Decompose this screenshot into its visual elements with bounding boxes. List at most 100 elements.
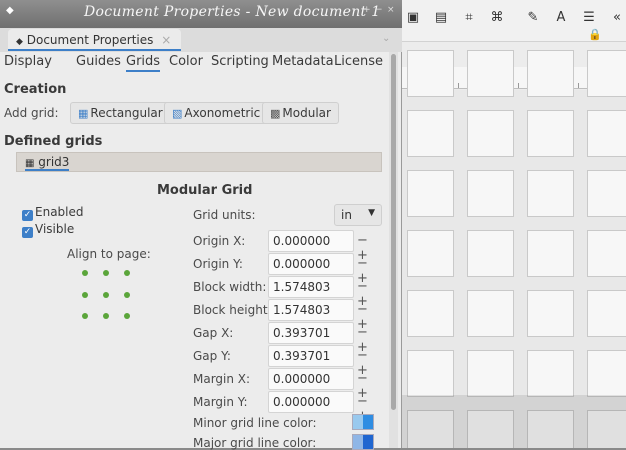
gap-x-stepper[interactable]: −+ [357, 325, 381, 355]
grid-units-select[interactable]: in ▼ [334, 204, 382, 226]
snap-bbox-icon[interactable]: ⌗ [460, 9, 478, 27]
grid-block [527, 50, 574, 97]
tab-color[interactable]: Color [169, 54, 203, 69]
grid-block [467, 290, 514, 337]
block-width-stepper[interactable]: −+ [357, 279, 381, 309]
tab-license[interactable]: License [334, 54, 383, 69]
grid-block [467, 350, 514, 397]
origin-x-field[interactable]: 0.000000 [268, 230, 354, 252]
button-label: Rectangular [90, 106, 163, 120]
canvas-area[interactable]: ▣ ▤ ⌗ ⌘ ✎ A ☰ « 🔒 100 150 200 250 [402, 0, 626, 448]
grid-block [527, 350, 574, 397]
ruler-minor-tick [518, 83, 519, 88]
gap-y-field[interactable]: 0.393701 [268, 345, 354, 367]
grid-item[interactable]: ▦ grid3 [25, 155, 70, 171]
minor-grid-color-button[interactable] [352, 414, 374, 430]
block-height-stepper[interactable]: −+ [357, 302, 381, 332]
margin-x-stepper[interactable]: −+ [357, 371, 381, 401]
margin-y-label: Margin Y: [193, 395, 248, 409]
add-axonometric-grid-button[interactable]: ▧ Axonometric [164, 102, 269, 124]
add-rectangular-grid-button[interactable]: ▦ Rectangular [70, 102, 171, 124]
grid-block [587, 290, 626, 337]
rectangular-grid-icon: ▦ [78, 107, 89, 120]
minor-grid-color-label: Minor grid line color: [193, 416, 317, 430]
align-to-page-label: Align to page: [67, 247, 151, 261]
align-top-right[interactable] [124, 270, 130, 276]
margin-x-label: Margin X: [193, 372, 251, 386]
tab-guides[interactable]: Guides [76, 54, 121, 69]
grid-units-value: in [341, 208, 352, 222]
origin-y-field[interactable]: 0.000000 [268, 253, 354, 275]
axonometric-grid-icon: ▧ [172, 107, 183, 120]
add-modular-grid-button[interactable]: ▩ Modular [262, 102, 339, 124]
origin-x-stepper[interactable]: −+ [357, 233, 381, 263]
gap-y-label: Gap Y: [193, 349, 231, 363]
tab-display[interactable]: Display [4, 54, 52, 69]
margin-x-field[interactable]: 0.000000 [268, 368, 354, 390]
margin-y-stepper[interactable]: −+ [357, 394, 381, 424]
layers-icon[interactable]: ☰ [580, 9, 598, 27]
grid-block [527, 230, 574, 277]
origin-y-label: Origin Y: [193, 257, 243, 271]
defined-grids-list: ▦ grid3 [16, 152, 382, 172]
grid-block [467, 170, 514, 217]
origin-y-stepper[interactable]: −+ [357, 256, 381, 286]
visible-checkbox[interactable]: ✓ Visible [22, 222, 74, 238]
lock-icon[interactable]: 🔒 [586, 26, 604, 44]
grid-block [527, 170, 574, 217]
minimize-icon[interactable]: − [375, 5, 383, 15]
enabled-checkbox[interactable]: ✓ Enabled [22, 205, 84, 221]
grid-block [587, 170, 626, 217]
panel-close-icon[interactable]: × [161, 33, 171, 47]
grid-block [407, 50, 454, 97]
align-middle-left[interactable] [82, 292, 88, 298]
tab-grids[interactable]: Grids [126, 54, 161, 72]
grid-block [407, 350, 454, 397]
grid-block [467, 230, 514, 277]
align-top-center[interactable] [103, 270, 109, 276]
grid-block [407, 290, 454, 337]
gap-x-label: Gap X: [193, 326, 234, 340]
button-label: Axonometric [184, 106, 261, 120]
grid-item-label: grid3 [38, 155, 70, 169]
window-titlebar[interactable]: ◆ Document Properties - New document 1 +… [0, 0, 402, 28]
grid-block [467, 110, 514, 157]
align-bottom-right[interactable] [124, 313, 130, 319]
close-icon[interactable]: × [387, 5, 395, 15]
align-bottom-left[interactable] [82, 313, 88, 319]
checkmark-icon: ✓ [22, 210, 33, 221]
modular-grid-icon: ▩ [270, 107, 281, 120]
panel-scrollbar[interactable] [389, 52, 398, 448]
grid-block [527, 290, 574, 337]
text-icon[interactable]: A [552, 9, 570, 27]
tab-metadata[interactable]: Metadata [272, 54, 334, 69]
align-bottom-center[interactable] [103, 313, 109, 319]
ruler-minor-tick [578, 83, 579, 88]
xml-editor-icon[interactable]: ✎ [524, 9, 542, 27]
align-center[interactable] [103, 292, 109, 298]
button-label: Modular [282, 106, 331, 120]
gap-y-stepper[interactable]: −+ [357, 348, 381, 378]
panel-tab-icon: ◆ [16, 37, 23, 47]
visible-label: Visible [35, 222, 75, 236]
block-height-field[interactable]: 1.574803 [268, 299, 354, 321]
align-middle-right[interactable] [124, 292, 130, 298]
maximize-icon[interactable]: + [363, 5, 371, 15]
ruler-minor-tick [458, 83, 459, 88]
snap-nodes-icon[interactable]: ⌘ [488, 9, 506, 27]
more-icon[interactable]: « [608, 9, 626, 27]
distribute-icon[interactable]: ▤ [432, 9, 450, 27]
modular-grid-heading: Modular Grid [157, 183, 253, 198]
panel-menu-icon[interactable]: ⌄ [382, 33, 396, 47]
tab-scripting[interactable]: Scripting [211, 54, 269, 69]
grid-block [587, 350, 626, 397]
align-icon[interactable]: ▣ [404, 9, 422, 27]
gap-x-field[interactable]: 0.393701 [268, 322, 354, 344]
block-height-label: Block height: [193, 303, 272, 317]
align-top-left[interactable] [82, 270, 88, 276]
block-width-field[interactable]: 1.574803 [268, 276, 354, 298]
scrollbar-thumb[interactable] [391, 54, 396, 410]
creation-heading: Creation [4, 82, 67, 97]
panel-tab[interactable]: ◆ Document Properties × [8, 29, 182, 51]
margin-y-field[interactable]: 0.000000 [268, 391, 354, 413]
